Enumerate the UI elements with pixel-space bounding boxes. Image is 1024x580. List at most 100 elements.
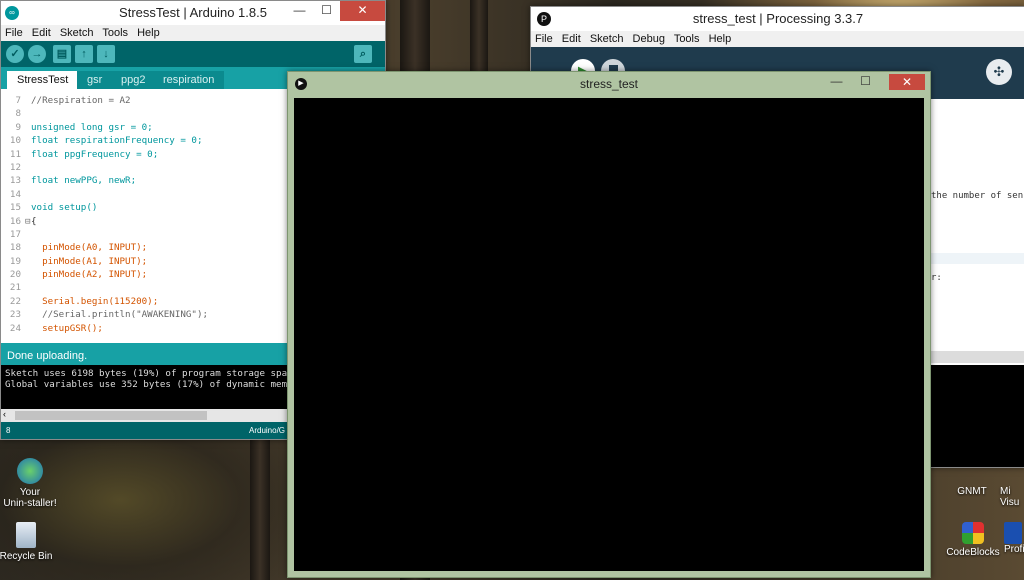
desktop-icon-recycle-bin[interactable]: Recycle Bin xyxy=(0,522,56,562)
profiler-icon xyxy=(1004,522,1022,544)
tab-respiration[interactable]: respiration xyxy=(153,71,225,89)
minimize-button[interactable]: — xyxy=(823,72,850,92)
recycle-bin-icon xyxy=(16,522,36,548)
upload-button[interactable]: → xyxy=(28,45,46,63)
editor-scrollbar[interactable] xyxy=(931,351,1024,363)
maximize-button[interactable]: ☐ xyxy=(852,72,879,92)
line-number: 15 xyxy=(9,202,21,214)
code-text: setupGSR(); xyxy=(31,322,103,334)
verify-button[interactable]: ✓ xyxy=(6,45,24,63)
arduino-window-title: StressTest | Arduino 1.8.5 xyxy=(119,5,267,20)
line-number: 17 xyxy=(9,228,21,240)
processing-console xyxy=(931,365,1024,467)
line-number: 20 xyxy=(9,269,21,281)
code-editor[interactable]: 7 //Respiration = A2 8 9 unsigned long gsr =… xyxy=(1,94,289,340)
scrollbar-thumb[interactable] xyxy=(15,411,207,420)
code-line: 13 float newPPG, newR; xyxy=(1,174,289,187)
code-text: Serial.begin(115200); xyxy=(31,295,159,307)
menu-tools[interactable]: Tools xyxy=(674,33,700,45)
sketch-canvas[interactable] xyxy=(294,98,924,571)
serial-monitor-icon[interactable]: ⌕ xyxy=(354,45,372,63)
code-text: float respirationFrequency = 0; xyxy=(31,135,203,147)
desktop-icon-gnmt[interactable]: GNMT xyxy=(944,486,1000,497)
board-indicator: Arduino/G xyxy=(249,426,286,435)
code-line: 16 ⊟{ xyxy=(1,215,289,228)
desktop-icon-label: Visu xyxy=(1000,497,1020,508)
code-line: 21 xyxy=(1,281,289,294)
tree-trunk xyxy=(470,0,488,80)
processing-editor[interactable]: the number of sens r: xyxy=(931,113,1024,363)
menu-sketch[interactable]: Sketch xyxy=(60,27,94,39)
code-text: float ppgFrequency = 0; xyxy=(31,148,159,160)
processing-logo-icon: P xyxy=(537,12,551,26)
line-number: 24 xyxy=(9,322,21,334)
code-line: 10 float respirationFrequency = 0; xyxy=(1,134,289,147)
desktop-icon-profiler[interactable]: Profi xyxy=(1004,522,1024,555)
menu-debug[interactable]: Debug xyxy=(633,33,665,45)
arduino-logo-icon: ∞ xyxy=(5,6,19,20)
tab-stresstest[interactable]: StressTest xyxy=(7,71,79,89)
menu-file[interactable]: File xyxy=(5,27,23,39)
line-number: 23 xyxy=(9,309,21,321)
desktop-icon-label: Your xyxy=(19,487,41,498)
minimize-button[interactable]: — xyxy=(286,1,313,21)
sketch-titlebar[interactable]: ▶ stress_test — ☐ ✕ xyxy=(288,72,930,96)
line-number-indicator: 8 xyxy=(6,426,11,435)
arduino-toolbar: ✓ → ▤ ↑ ↓ ⌕ xyxy=(1,41,385,67)
code-line: 19 pinMode(A1, INPUT); xyxy=(1,255,289,268)
arduino-menubar: File Edit Sketch Tools Help xyxy=(1,25,385,41)
code-text: void setup() xyxy=(31,202,98,214)
desktop-icon-uninstaller[interactable]: Your Unin-staller! xyxy=(0,458,60,509)
line-number: 13 xyxy=(9,175,21,187)
code-text: unsigned long gsr = 0; xyxy=(31,121,153,133)
editor-text: r: xyxy=(931,273,942,283)
desktop-icon-label: Recycle Bin xyxy=(0,551,53,562)
code-line: 9 unsigned long gsr = 0; xyxy=(1,121,289,134)
tab-ppg2[interactable]: ppg2 xyxy=(111,71,156,89)
close-button[interactable]: ✕ xyxy=(889,74,925,90)
editor-text: the number of sens xyxy=(931,191,1024,201)
line-number: 9 xyxy=(15,121,21,133)
menu-edit[interactable]: Edit xyxy=(32,27,51,39)
menu-help[interactable]: Help xyxy=(137,27,160,39)
code-line: 15 void setup() xyxy=(1,201,289,214)
menu-tools[interactable]: Tools xyxy=(102,27,128,39)
code-line: 14 xyxy=(1,188,289,201)
debug-icon[interactable]: ✣ xyxy=(986,59,1012,85)
open-button[interactable]: ↑ xyxy=(75,45,93,63)
line-number: 8 xyxy=(15,108,21,120)
line-number: 22 xyxy=(9,295,21,307)
code-line: 17 xyxy=(1,228,289,241)
maximize-button[interactable]: ☐ xyxy=(313,1,340,21)
code-text: pinMode(A0, INPUT); xyxy=(31,242,148,254)
save-button[interactable]: ↓ xyxy=(97,45,115,63)
code-text: { xyxy=(31,215,37,227)
line-number: 19 xyxy=(9,255,21,267)
menu-edit[interactable]: Edit xyxy=(562,33,581,45)
menu-sketch[interactable]: Sketch xyxy=(590,33,624,45)
desktop-icon-label: Mi xyxy=(1000,486,1011,497)
menu-file[interactable]: File xyxy=(535,33,553,45)
new-button[interactable]: ▤ xyxy=(53,45,71,63)
desktop-icon-label: Profi xyxy=(1004,544,1024,555)
sketch-window-title: stress_test xyxy=(579,77,639,91)
code-text: pinMode(A1, INPUT); xyxy=(31,255,148,267)
desktop-icon-label: GNMT xyxy=(957,486,987,497)
desktop-icon-visual-studio[interactable]: Mi Visu xyxy=(1000,486,1024,508)
processing-titlebar[interactable]: P stress_test | Processing 3.3.7 xyxy=(531,7,1024,31)
tab-gsr[interactable]: gsr xyxy=(77,71,113,89)
arduino-titlebar[interactable]: ∞ StressTest | Arduino 1.8.5 — ☐ ✕ xyxy=(1,1,385,25)
code-line: 23 //Serial.println("AWAKENING"); xyxy=(1,308,289,321)
code-line: 11 float ppgFrequency = 0; xyxy=(1,148,289,161)
sketch-window[interactable]: ▶ stress_test — ☐ ✕ xyxy=(287,71,931,578)
desktop-icon-codeblocks[interactable]: CodeBlocks xyxy=(942,522,1004,558)
processing-window-title: stress_test | Processing 3.3.7 xyxy=(692,11,864,26)
scroll-left-icon[interactable]: ‹ xyxy=(3,409,6,419)
desktop-icon-label: CodeBlocks xyxy=(946,547,1000,558)
line-number: 11 xyxy=(9,148,21,160)
line-number: 10 xyxy=(9,135,21,147)
menu-help[interactable]: Help xyxy=(709,33,732,45)
close-button[interactable]: ✕ xyxy=(340,1,385,21)
line-number: 12 xyxy=(9,161,21,173)
code-line: 8 xyxy=(1,107,289,120)
